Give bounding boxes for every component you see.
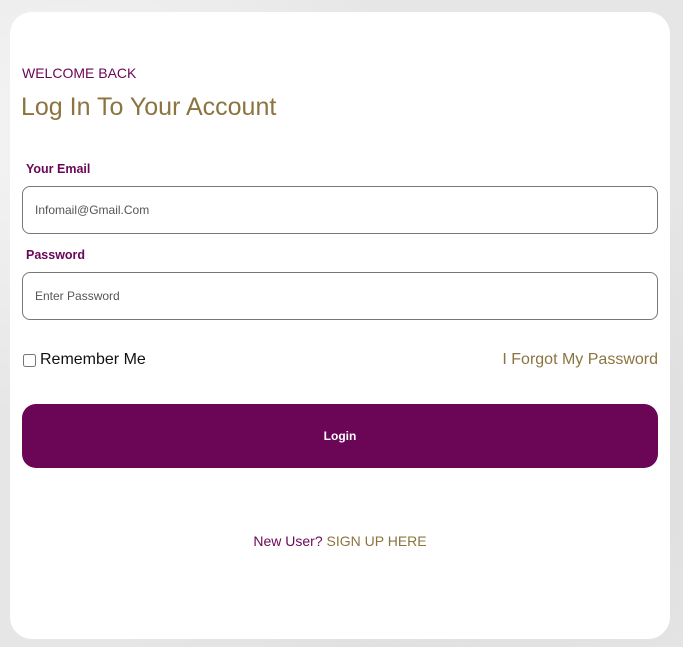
signup-prompt: New User? SIGN UP HERE — [10, 533, 670, 549]
email-field[interactable] — [22, 186, 658, 234]
new-user-text: New User? — [253, 533, 327, 549]
remember-me: Remember Me — [22, 350, 146, 370]
welcome-eyebrow: WELCOME BACK — [22, 65, 137, 81]
email-label: Your Email — [26, 162, 91, 176]
remember-me-checkbox[interactable] — [23, 353, 36, 367]
password-label: Password — [26, 248, 86, 262]
signup-link[interactable]: SIGN UP HERE — [327, 533, 427, 549]
password-field[interactable] — [22, 272, 658, 320]
remember-me-label[interactable]: Remember Me — [40, 351, 146, 369]
forgot-password-link[interactable]: I Forgot My Password — [502, 350, 658, 370]
login-card: WELCOME BACK Log In To Your Account Your… — [10, 12, 670, 639]
login-button[interactable]: Login — [22, 404, 658, 468]
page-title: Log In To Your Account — [21, 93, 277, 121]
